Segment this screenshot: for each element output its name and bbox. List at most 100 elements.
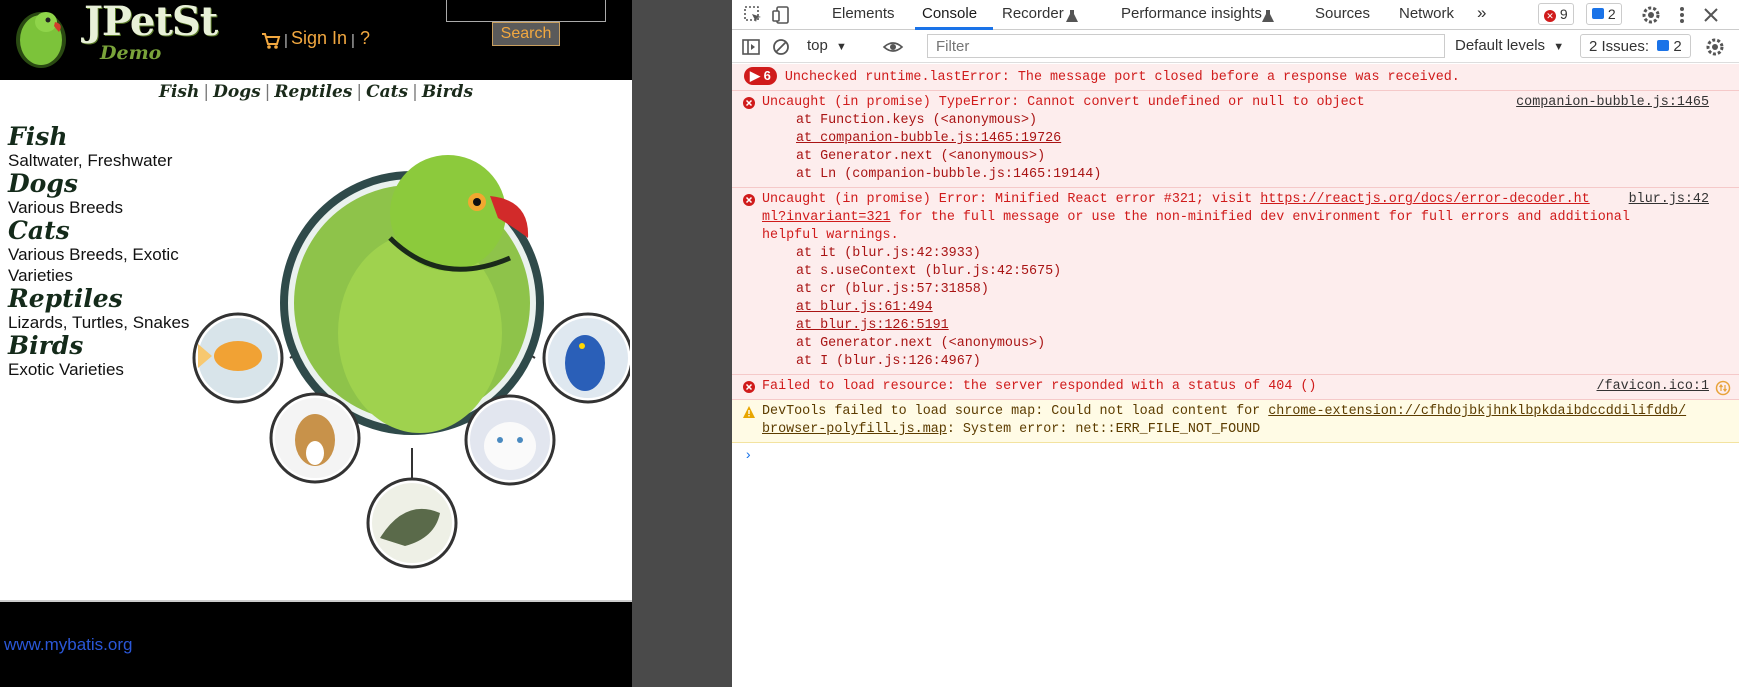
message-text: DevTools failed to load source map: Coul… xyxy=(762,404,1269,419)
tab-performance-insights[interactable]: Performance insights xyxy=(1121,5,1262,22)
stack-frame[interactable]: at cr (blur.js:57:31858) xyxy=(762,281,1709,299)
error-circle-icon xyxy=(743,194,755,206)
tab-sources[interactable]: Sources xyxy=(1315,5,1370,22)
react-error-link-cont[interactable]: ml?invariant=321 xyxy=(762,210,891,225)
category-link-fish[interactable]: Fish xyxy=(8,124,198,150)
webpage: JPetSt Demo | Sign In | ? Search Fish | Do… xyxy=(0,0,632,687)
source-map-link[interactable]: chrome-extension://cfhdojbkjhnklbpkdaibd… xyxy=(1268,404,1686,419)
log-levels-dropdown[interactable]: Default levels ▼ xyxy=(1455,37,1564,54)
stack-frame-link[interactable]: at blur.js:61:494 xyxy=(762,299,1709,317)
help-link[interactable]: ? xyxy=(360,28,370,49)
network-request-icon[interactable] xyxy=(1715,380,1731,396)
tab-network[interactable]: Network xyxy=(1399,5,1454,22)
source-map-link-cont[interactable]: browser-polyfill.js.map xyxy=(762,422,947,437)
tab-console[interactable]: Console xyxy=(922,5,977,22)
window-divider[interactable] xyxy=(632,0,732,687)
device-toolbar-icon[interactable] xyxy=(770,4,792,26)
quicklink-dogs[interactable]: Dogs xyxy=(213,82,261,102)
quicklink-reptiles[interactable]: Reptiles xyxy=(274,82,352,102)
category-link-reptiles[interactable]: Reptiles xyxy=(8,286,198,312)
error-circle-icon xyxy=(743,381,755,393)
console-prompt[interactable]: › xyxy=(732,443,1739,469)
stack-frame[interactable]: at Ln (companion-bubble.js:1465:19144) xyxy=(762,166,1709,184)
logo-subtitle: Demo xyxy=(100,42,162,64)
mybatis-link[interactable]: www.mybatis.org xyxy=(4,635,132,655)
sign-in-link[interactable]: Sign In xyxy=(291,28,347,49)
search-input[interactable] xyxy=(446,0,606,22)
stack-frame[interactable]: at it (blur.js:42:3933) xyxy=(762,245,1709,263)
blue-parrot-area[interactable] xyxy=(542,312,630,404)
link-separator: | xyxy=(264,82,271,102)
logo-title: JPetSt xyxy=(84,0,218,45)
source-link[interactable]: blur.js:42 xyxy=(1629,191,1709,209)
stack-frame[interactable]: at s.useContext (blur.js:42:5675) xyxy=(762,263,1709,281)
cart-icon[interactable] xyxy=(261,32,281,50)
category-sidebar: Fish Saltwater, Freshwater Dogs Various … xyxy=(8,124,198,380)
active-tab-indicator xyxy=(915,27,993,30)
react-error-link[interactable]: https://reactjs.org/docs/error-decoder.h… xyxy=(1260,192,1589,207)
console-filter-input[interactable] xyxy=(927,34,1445,58)
clear-console-icon[interactable] xyxy=(770,36,792,58)
console-message-error[interactable]: Uncaught (in promise) Error: Minified Re… xyxy=(732,188,1739,375)
warning-triangle-icon xyxy=(743,406,755,418)
kebab-menu-icon[interactable] xyxy=(1671,4,1693,26)
message-icon xyxy=(1657,40,1670,51)
category-link-birds[interactable]: Birds xyxy=(8,333,198,359)
context-selector[interactable]: top ▼ xyxy=(807,37,847,54)
live-expression-eye-icon[interactable] xyxy=(882,36,904,58)
more-tabs-button[interactable]: » xyxy=(1477,3,1486,23)
message-count-badge[interactable]: 2 xyxy=(1586,3,1622,25)
reptiles-area[interactable] xyxy=(366,477,458,569)
stack-frame-link[interactable]: at blur.js:126:5191 xyxy=(762,317,1709,335)
error-count: 9 xyxy=(1559,6,1568,22)
stack-frame[interactable]: at I (blur.js:126:4967) xyxy=(762,353,1709,371)
quicklink-birds[interactable]: Birds xyxy=(422,82,473,102)
settings-gear-icon[interactable] xyxy=(1640,4,1662,26)
menu-separator: | xyxy=(284,32,288,49)
issues-label: 2 Issues: xyxy=(1589,38,1650,55)
context-value: top xyxy=(807,37,828,54)
category-link-cats[interactable]: Cats xyxy=(8,218,198,244)
repeat-count: 6 xyxy=(763,68,771,83)
fish-area[interactable] xyxy=(192,312,284,404)
issues-count: 2 xyxy=(1673,38,1682,55)
quick-links: Fish | Dogs | Reptiles | Cats | Birds xyxy=(0,82,632,102)
console-settings-gear-icon[interactable] xyxy=(1704,36,1726,58)
error-count-badge[interactable]: ✕ 9 xyxy=(1538,3,1574,25)
repeat-count-badge[interactable]: ▶ 6 xyxy=(744,67,777,85)
issues-button[interactable]: 2 Issues: 2 xyxy=(1580,34,1691,58)
devtools-tabbar: Elements Console Recorder Performance in… xyxy=(732,0,1739,30)
source-link[interactable]: /favicon.ico:1 xyxy=(1597,378,1710,396)
parrot-logo-icon[interactable] xyxy=(12,2,70,70)
quicklink-fish[interactable]: Fish xyxy=(159,82,199,102)
stack-frame-link[interactable]: at companion-bubble.js:1465:19726 xyxy=(762,130,1709,148)
pet-image-map xyxy=(192,155,630,569)
inspect-element-icon[interactable] xyxy=(742,4,764,26)
source-link[interactable]: companion-bubble.js:1465 xyxy=(1516,94,1709,112)
dogs-area[interactable] xyxy=(269,392,361,484)
tab-elements[interactable]: Elements xyxy=(832,5,895,22)
category-desc: Saltwater, Freshwater xyxy=(8,151,173,170)
stack-frame: at Function.keys (<anonymous>) xyxy=(796,113,1038,128)
sidebar-toggle-icon[interactable] xyxy=(740,36,762,58)
site-header: JPetSt Demo | Sign In | ? Search xyxy=(0,0,632,80)
cats-area[interactable] xyxy=(464,394,556,486)
console-message-error[interactable]: Uncaught (in promise) TypeError: Cannot … xyxy=(732,91,1739,188)
log-levels-label: Default levels xyxy=(1455,37,1546,54)
flask-icon xyxy=(1066,10,1078,22)
console-message-error[interactable]: Failed to load resource: the server resp… xyxy=(732,375,1739,400)
console-message-warning[interactable]: DevTools failed to load source map: Coul… xyxy=(732,400,1739,443)
birds-area[interactable] xyxy=(280,155,544,435)
category-link-dogs[interactable]: Dogs xyxy=(8,171,198,197)
close-icon[interactable] xyxy=(1700,4,1722,26)
message-text: Unchecked runtime.lastError: The message… xyxy=(784,70,1460,85)
quicklink-cats[interactable]: Cats xyxy=(366,82,408,102)
link-separator: | xyxy=(203,82,210,102)
category-desc: Various Breeds, Exotic Varieties xyxy=(8,245,179,285)
search-button[interactable]: Search xyxy=(492,22,560,46)
console-message-error[interactable]: ▶ 6 Unchecked runtime.lastError: The mess… xyxy=(732,64,1739,91)
console-messages: ▶ 6 Unchecked runtime.lastError: The mess… xyxy=(732,64,1739,469)
devtools-panel: Elements Console Recorder Performance in… xyxy=(732,0,1739,687)
menu-separator: | xyxy=(351,32,355,49)
tab-recorder[interactable]: Recorder xyxy=(1002,5,1064,22)
